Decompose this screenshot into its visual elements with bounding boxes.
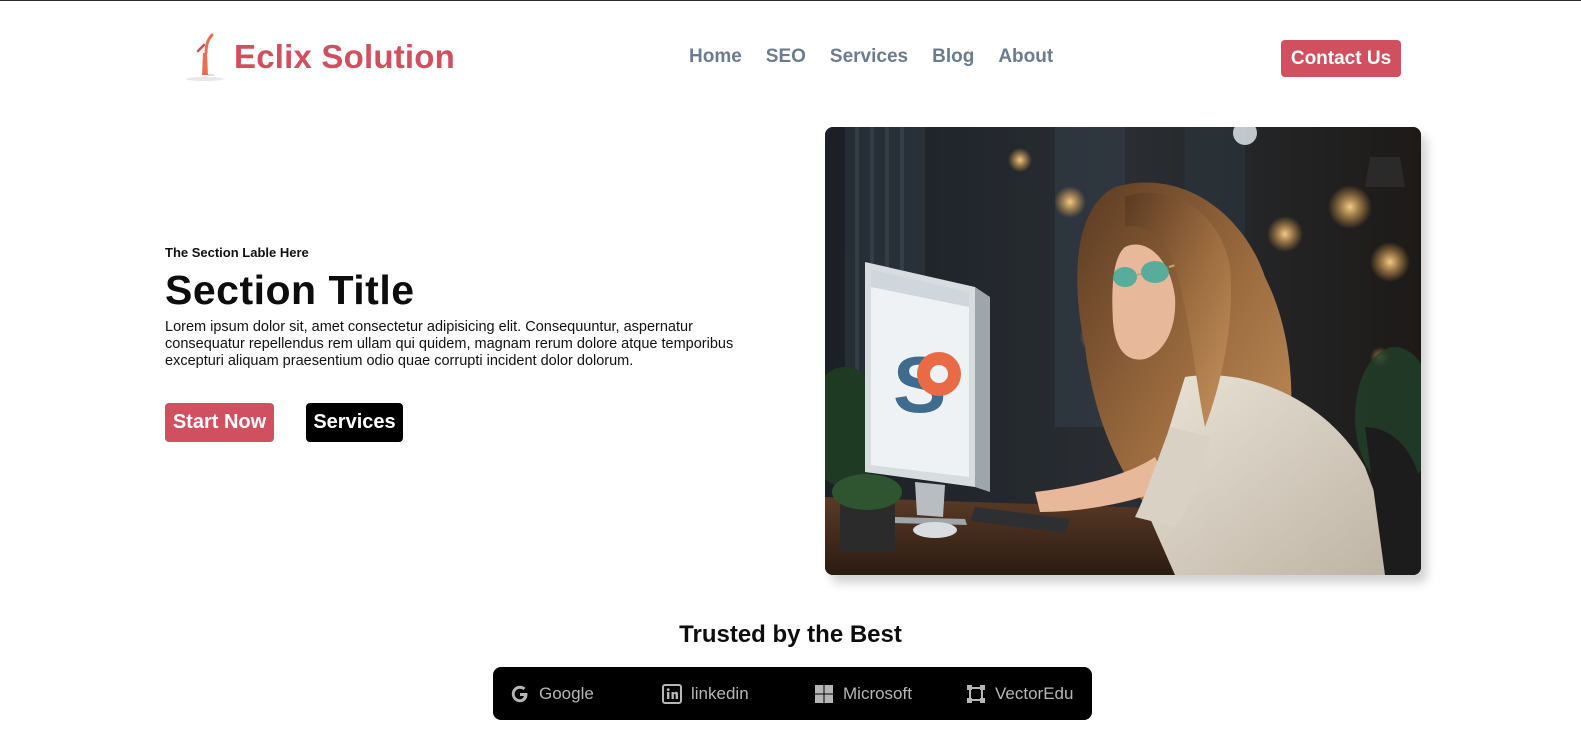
- trusted-title: Trusted by the Best: [679, 621, 902, 648]
- brand-vectoredu[interactable]: VectorEdu: [965, 667, 1073, 720]
- section-body: Lorem ipsum dolor sit, amet consectetur …: [165, 319, 734, 369]
- brand-name: Eclix Solution: [234, 38, 455, 75]
- google-icon: [509, 683, 531, 705]
- services-button[interactable]: Services: [306, 403, 403, 442]
- linkedin-icon: [661, 683, 683, 705]
- nav-seo[interactable]: SEO: [766, 46, 806, 68]
- hero-image: S: [825, 127, 1421, 575]
- brand-microsoft[interactable]: Microsoft: [813, 667, 912, 720]
- brand-microsoft-label: Microsoft: [843, 683, 912, 703]
- brand-google[interactable]: Google: [509, 667, 594, 720]
- brand-logo-mark: [184, 31, 226, 83]
- hero-text: The Section Lable Here Section Title Lor…: [165, 245, 775, 370]
- brand-linkedin-label: linkedin: [691, 683, 749, 703]
- brand-logo[interactable]: Eclix Solution: [184, 31, 455, 83]
- main-nav: Home SEO Services Blog About: [689, 46, 1053, 68]
- nav-services[interactable]: Services: [830, 46, 908, 68]
- brand-linkedin[interactable]: linkedin: [661, 667, 749, 720]
- brand-google-label: Google: [539, 683, 594, 703]
- contact-us-button[interactable]: Contact Us: [1281, 40, 1401, 77]
- vector-icon: [965, 683, 987, 705]
- nav-about[interactable]: About: [998, 46, 1053, 68]
- start-now-button[interactable]: Start Now: [165, 403, 274, 442]
- section-label: The Section Lable Here: [165, 245, 309, 260]
- nav-home[interactable]: Home: [689, 46, 742, 68]
- brand-vectoredu-label: VectorEdu: [995, 683, 1074, 703]
- microsoft-icon: [813, 683, 835, 705]
- partner-logos-bar: Google linkedin Microsoft VectorEdu: [493, 667, 1092, 720]
- nav-blog[interactable]: Blog: [932, 46, 974, 68]
- hero-actions: Start Now Services: [165, 403, 403, 442]
- section-title: Section Title: [165, 267, 415, 313]
